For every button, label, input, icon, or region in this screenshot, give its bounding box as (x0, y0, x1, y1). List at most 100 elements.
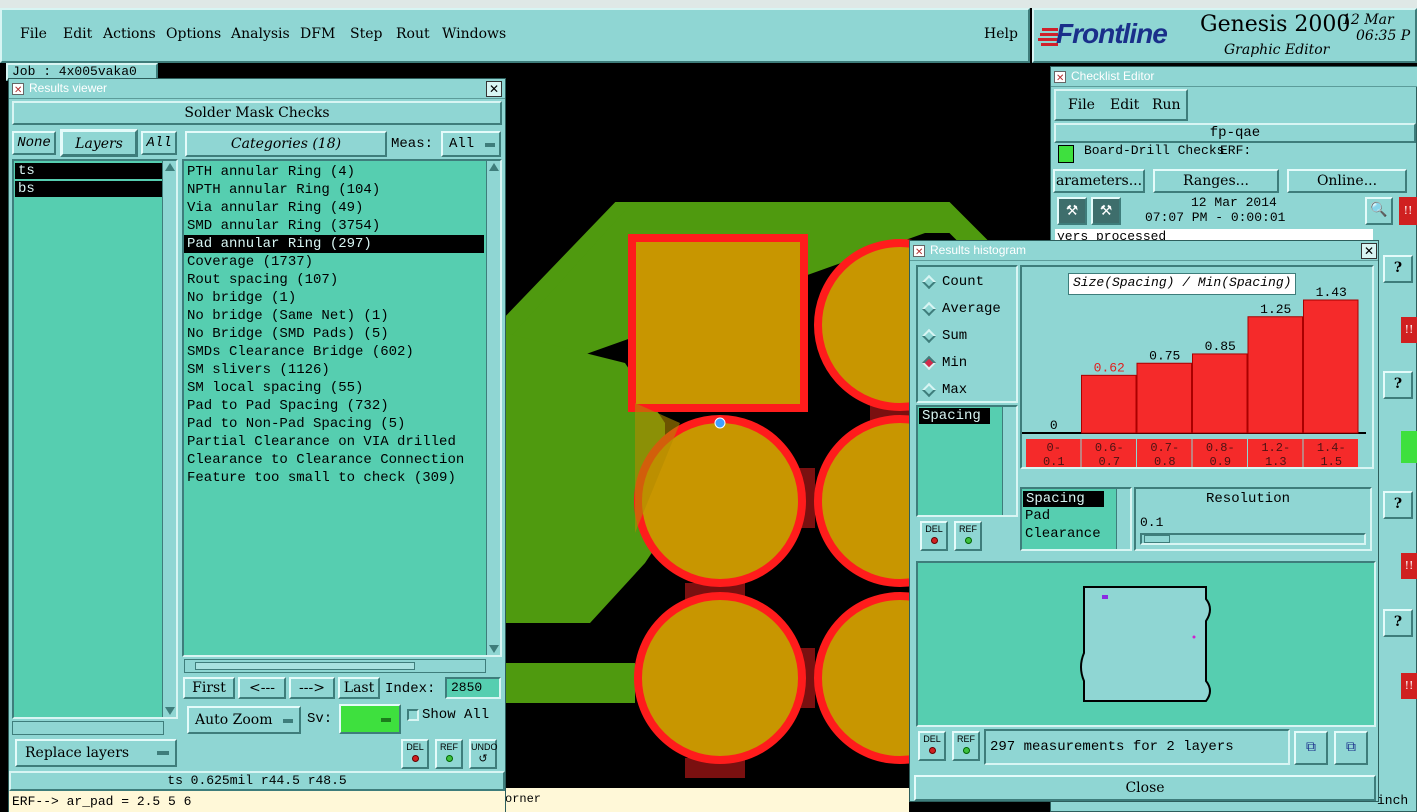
sv-color-dropdown[interactable] (339, 704, 401, 734)
category-item[interactable]: Partial Clearance on VIA drilled (184, 433, 500, 451)
help-icon[interactable]: ? (1383, 255, 1413, 283)
radio-icon[interactable] (921, 274, 937, 290)
mode-option-average[interactable]: Average (920, 300, 1014, 320)
copy-icon[interactable]: ⧉ (1334, 731, 1368, 765)
measure-item[interactable]: Spacing (919, 408, 990, 424)
category-list[interactable]: PTH annular Ring (4) NPTH annular Ring (1… (182, 159, 502, 657)
menu-help[interactable]: Help (984, 26, 1018, 42)
window-menu-icon[interactable] (913, 243, 925, 262)
checklist-titlebar[interactable]: Checklist Editor (1051, 67, 1417, 88)
radio-icon[interactable] (921, 382, 937, 398)
mode-option-sum[interactable]: Sum (920, 327, 1014, 347)
category-item[interactable]: NPTH annular Ring (104) (184, 181, 500, 199)
histogram-bar[interactable] (1136, 362, 1192, 434)
menu-rout[interactable]: Rout (396, 26, 430, 42)
menu-options[interactable]: Options (166, 26, 221, 42)
histogram-close-button[interactable]: Close (914, 775, 1376, 801)
category-item[interactable]: Pad to Pad Spacing (732) (184, 397, 500, 415)
close-icon[interactable]: ✕ (486, 81, 502, 97)
next-button[interactable]: ---> (289, 677, 335, 699)
preview-del-button[interactable]: DEL (918, 731, 946, 761)
category-item[interactable]: No Bridge (SMD Pads) (5) (184, 325, 500, 343)
histogram-bar[interactable] (1247, 316, 1303, 434)
menu-windows[interactable]: Windows (442, 26, 506, 42)
menu-analysis[interactable]: Analysis (231, 26, 290, 42)
hist-ref-button[interactable]: REF (954, 521, 982, 551)
window-menu-icon[interactable] (1054, 69, 1066, 88)
histogram-bar[interactable] (1081, 374, 1137, 434)
mode-option-count[interactable]: Count (920, 273, 1014, 293)
resolution-item[interactable]: Clearance (1022, 525, 1130, 543)
undo-button[interactable]: UNDO ↺ (469, 739, 498, 769)
menu-step[interactable]: Step (350, 26, 382, 42)
del-button[interactable]: DEL (401, 739, 429, 769)
measure-list[interactable]: Spacing (916, 405, 1018, 517)
parameters-button[interactable]: arameters... (1053, 169, 1145, 193)
action-tool-icon[interactable]: ⚒ (1091, 197, 1121, 225)
checklist-menu-file[interactable]: File (1068, 97, 1095, 113)
help-icon[interactable]: ? (1383, 609, 1413, 637)
menu-edit[interactable]: Edit (63, 26, 92, 42)
export-icon[interactable]: ⧉ (1294, 731, 1328, 765)
window-menu-icon[interactable] (12, 81, 24, 100)
category-item[interactable]: SM local spacing (55) (184, 379, 500, 397)
categories-button[interactable]: Categories (18) (185, 131, 387, 157)
histogram-titlebar[interactable]: Results histogram (910, 241, 1378, 262)
category-item[interactable]: PTH annular Ring (4) (184, 163, 500, 181)
menu-file[interactable]: File (20, 26, 47, 42)
zoom-icon[interactable]: 🔍 (1365, 197, 1393, 225)
resolution-slider[interactable] (1140, 533, 1366, 545)
resolution-item[interactable]: Spacing (1023, 491, 1104, 507)
histogram-bar[interactable] (1192, 353, 1248, 434)
checklist-action-icon[interactable] (1058, 145, 1074, 163)
category-item[interactable]: SM slivers (1126) (184, 361, 500, 379)
category-item[interactable]: No bridge (1) (184, 289, 500, 307)
measure-scrollbar[interactable] (1002, 407, 1016, 515)
category-item[interactable]: SMDs Clearance Bridge (602) (184, 343, 500, 361)
radio-icon[interactable] (921, 301, 937, 317)
radio-icon[interactable] (921, 355, 937, 371)
layer-hscrollbar[interactable] (12, 721, 164, 735)
ranges-button[interactable]: Ranges... (1153, 169, 1279, 193)
online-button[interactable]: Online... (1287, 169, 1407, 193)
layer-list[interactable]: ts bs (12, 159, 178, 719)
meas-dropdown[interactable]: All (441, 131, 501, 157)
results-viewer-titlebar[interactable]: Results viewer (9, 79, 505, 100)
category-item[interactable]: SMD annular Ring (3754) (184, 217, 500, 235)
resolution-item[interactable]: Pad (1022, 507, 1130, 525)
layer-item[interactable]: bs (15, 181, 162, 197)
checklist-menu-run[interactable]: Run (1152, 97, 1181, 113)
checklist-menu-edit[interactable]: Edit (1110, 97, 1139, 113)
category-item[interactable]: Pad annular Ring (297) (184, 235, 484, 253)
menu-actions[interactable]: Actions (103, 26, 156, 42)
index-input[interactable]: 2850 (445, 677, 501, 699)
help-icon[interactable]: ? (1383, 371, 1413, 399)
auto-zoom-dropdown[interactable]: Auto Zoom (187, 706, 301, 734)
category-scrollbar[interactable] (486, 161, 500, 655)
first-button[interactable]: First (183, 677, 235, 699)
board-preview[interactable] (916, 561, 1376, 727)
action-tool-icon[interactable]: ⚒ (1057, 197, 1087, 225)
category-hscrollbar[interactable] (184, 659, 486, 673)
prev-button[interactable]: <--- (238, 677, 286, 699)
category-item[interactable]: Coverage (1737) (184, 253, 500, 271)
histogram-bar[interactable] (1303, 299, 1359, 434)
none-button[interactable]: None (12, 131, 56, 155)
mode-option-max[interactable]: Max (920, 381, 1014, 401)
checklist-row[interactable]: Board-Drill Checks ERF: (1054, 143, 1416, 167)
ref-button[interactable]: REF (435, 739, 463, 769)
category-item[interactable]: Pad to Non-Pad Spacing (5) (184, 415, 500, 433)
preview-ref-button[interactable]: REF (952, 731, 980, 761)
category-item[interactable]: No bridge (Same Net) (1) (184, 307, 500, 325)
last-button[interactable]: Last (338, 677, 380, 699)
mode-option-min[interactable]: Min (920, 354, 1014, 374)
radio-icon[interactable] (921, 328, 937, 344)
slider-thumb[interactable] (1144, 535, 1170, 543)
layer-item[interactable]: ts (15, 163, 162, 179)
layer-list-scrollbar[interactable] (162, 161, 176, 717)
close-icon[interactable]: ✕ (1361, 243, 1377, 259)
category-item[interactable]: Via annular Ring (49) (184, 199, 500, 217)
resolution-scrollbar[interactable] (1116, 489, 1130, 549)
help-icon[interactable]: ? (1383, 491, 1413, 519)
category-item[interactable]: Clearance to Clearance Connection (184, 451, 500, 469)
